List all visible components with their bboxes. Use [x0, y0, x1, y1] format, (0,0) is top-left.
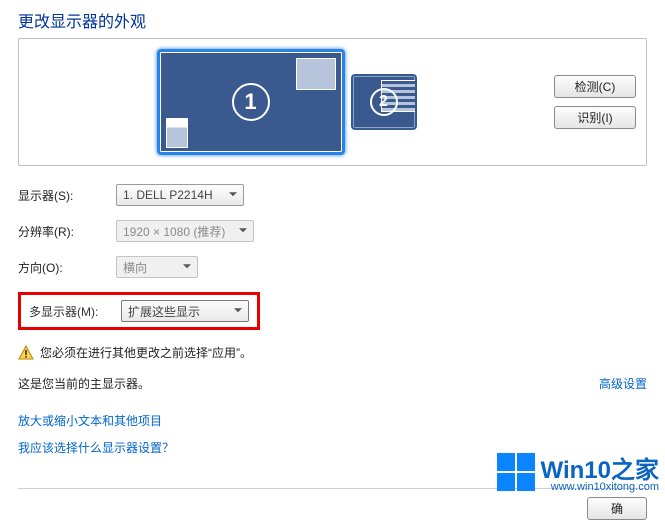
monitor-1[interactable]: 1 — [157, 49, 345, 155]
apply-warning-text: 您必须在进行其他更改之前选择“应用”。 — [40, 344, 252, 361]
zoom-text-link[interactable]: 放大或缩小文本和其他项目 — [18, 412, 162, 429]
advanced-settings-link[interactable]: 高级设置 — [599, 375, 647, 392]
window-icon — [166, 118, 188, 148]
warning-icon — [18, 345, 34, 361]
resolution-value: 1920 × 1080 (推荐) — [123, 223, 225, 240]
monitor-1-number: 1 — [232, 83, 270, 121]
display-row: 显示器(S): 1. DELL P2214H — [18, 184, 647, 206]
display-value: 1. DELL P2214H — [123, 188, 213, 202]
monitor-2[interactable]: 2 — [351, 74, 417, 130]
display-label: 显示器(S): — [18, 187, 116, 204]
ok-button[interactable]: 确 — [587, 497, 647, 520]
orientation-value: 横向 — [123, 259, 147, 276]
which-setting-link[interactable]: 我应该选择什么显示器设置？ — [18, 439, 174, 456]
orientation-row: 方向(O): 横向 — [18, 256, 647, 278]
orientation-label: 方向(O): — [18, 259, 116, 276]
display-combobox[interactable]: 1. DELL P2214H — [116, 184, 244, 206]
monitor-preview-area[interactable]: 1 2 — [29, 49, 544, 155]
resolution-row: 分辨率(R): 1920 × 1080 (推荐) — [18, 220, 647, 242]
main-display-text: 这是您当前的主显示器。 — [18, 375, 150, 392]
multi-display-label: 多显示器(M): — [29, 303, 121, 320]
identify-button[interactable]: 识别(I) — [554, 106, 636, 129]
multi-display-highlight-box: 多显示器(M): 扩展这些显示 — [18, 292, 260, 330]
monitor-2-number: 2 — [370, 88, 398, 116]
display-arrangement-panel: 1 2 检测(C) 识别(I) — [18, 38, 647, 166]
resolution-combobox[interactable]: 1920 × 1080 (推荐) — [116, 220, 254, 242]
detect-button[interactable]: 检测(C) — [554, 75, 636, 98]
apply-warning-row: 您必须在进行其他更改之前选择“应用”。 — [18, 344, 647, 361]
multi-display-value: 扩展这些显示 — [128, 303, 200, 320]
page-title: 更改显示器的外观 — [18, 8, 647, 32]
multi-display-combobox[interactable]: 扩展这些显示 — [121, 300, 249, 322]
resolution-label: 分辨率(R): — [18, 223, 116, 240]
orientation-combobox[interactable]: 横向 — [116, 256, 198, 278]
dialog-footer: 确 — [18, 488, 647, 520]
window-icon — [296, 58, 336, 90]
